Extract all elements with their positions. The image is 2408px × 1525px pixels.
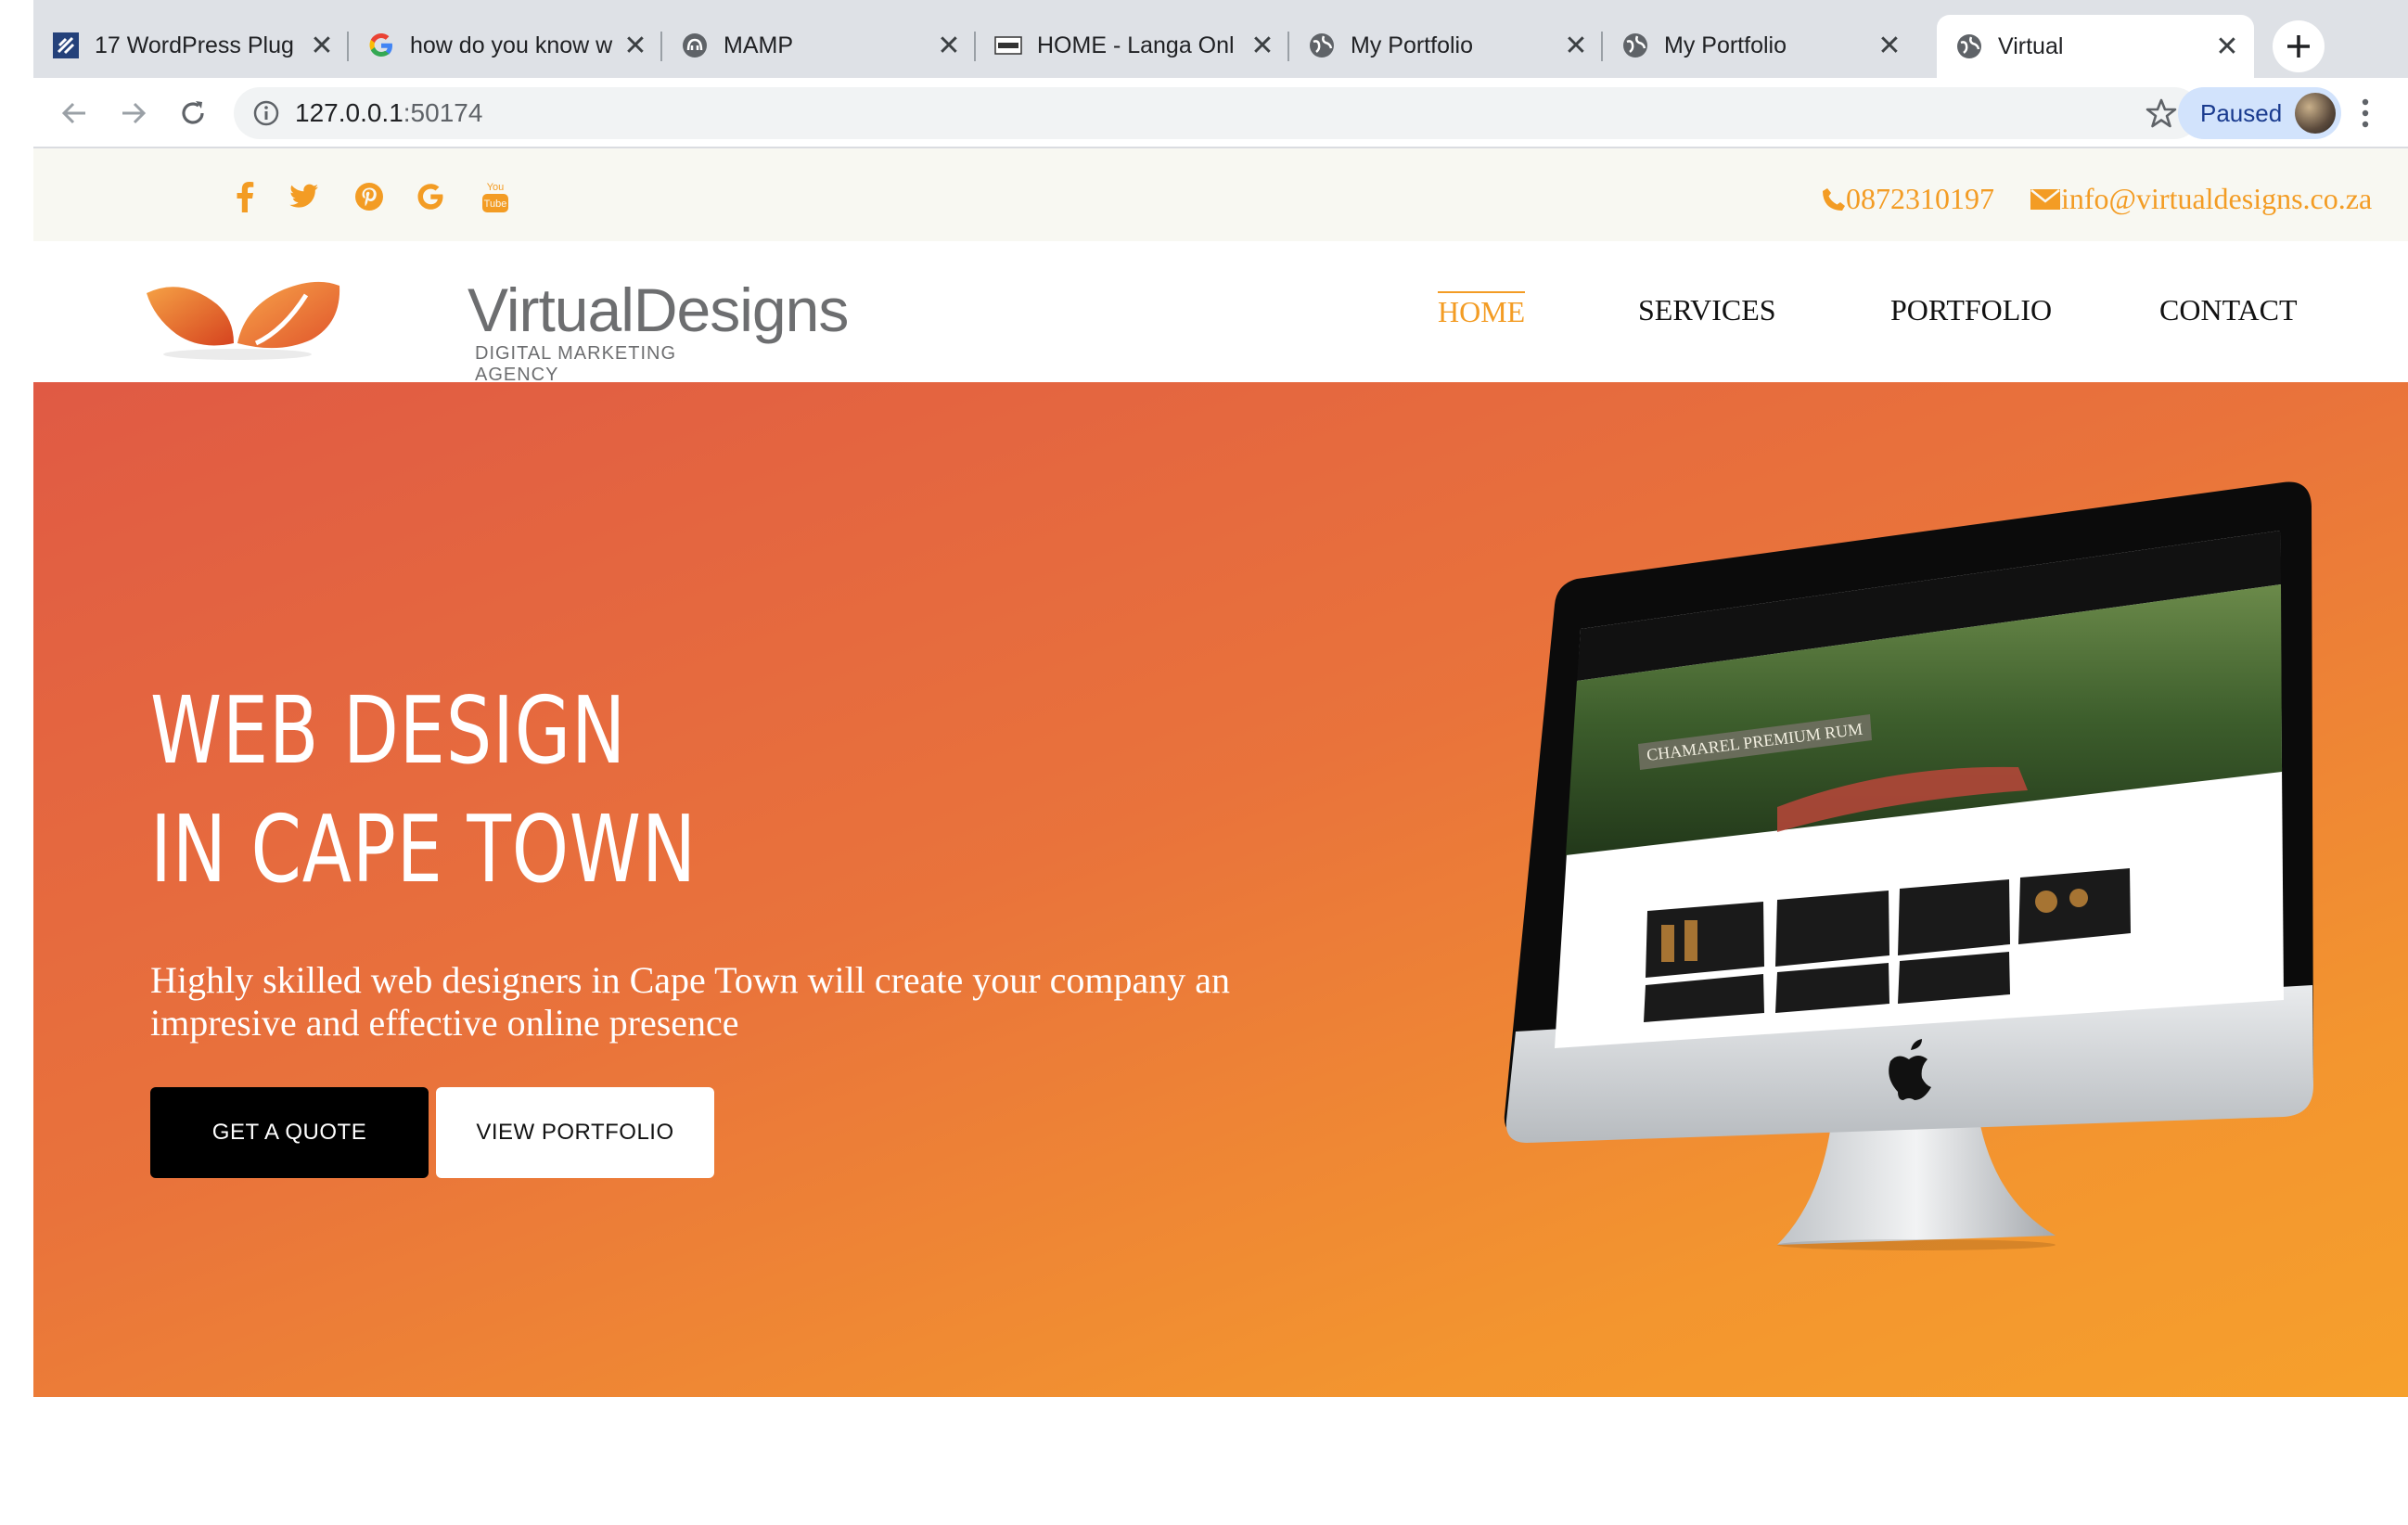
new-tab-button[interactable]: [2273, 20, 2325, 72]
close-icon[interactable]: ✕: [937, 30, 961, 62]
avatar: [2295, 93, 2336, 134]
email-address: info@virtualdesigns.co.za: [2061, 182, 2373, 215]
plus-icon: [2287, 35, 2310, 58]
imac-mockup-image: CHAMAREL PREMIUM RUM: [1504, 481, 2313, 1250]
tab-title: how do you know w: [410, 32, 613, 58]
browser-toolbar: 127.0.0.1:50174 Paused: [33, 78, 2408, 148]
url-port: :50174: [403, 98, 483, 127]
tab-title: HOME - Langa Onl: [1037, 32, 1235, 58]
nav-home[interactable]: HOME: [1438, 291, 1526, 329]
tab-title: Virtual: [1998, 32, 2064, 59]
youtube-text-bottom: Tube: [484, 199, 507, 210]
site-logo[interactable]: VirtualDesigns DIGITAL MARKETING AGENCY: [145, 258, 849, 385]
tab-title: My Portfolio: [1351, 32, 1473, 58]
browser-chrome: 17 WordPress Plug ✕ how do you know w ✕ …: [33, 0, 2408, 148]
tab-title: MAMP: [724, 32, 793, 58]
youtube-text-top: You: [487, 182, 505, 193]
arrow-right-icon: [122, 102, 147, 124]
forward-button[interactable]: [115, 95, 152, 132]
browser-tab[interactable]: HOME - Langa Onl ✕: [976, 15, 1289, 76]
wordpress-plugin-icon: [53, 32, 79, 58]
google-icon: [417, 184, 443, 210]
facebook-link[interactable]: [226, 178, 263, 215]
browser-tab[interactable]: My Portfolio ✕: [1289, 15, 1603, 76]
view-portfolio-button[interactable]: VIEW PORTFOLIO: [436, 1087, 714, 1178]
langa-icon: [994, 36, 1022, 55]
phone-icon: [1823, 187, 1845, 211]
globe-icon: [1623, 33, 1647, 58]
browser-tab[interactable]: how do you know w ✕: [349, 15, 662, 76]
phone-number: 0872310197: [1846, 182, 1994, 215]
mamp-elephant-icon: [683, 33, 707, 58]
hero-lead: Highly skilled web designers in Cape Tow…: [150, 959, 1230, 1044]
google-icon: [369, 33, 392, 57]
get-a-quote-button[interactable]: GET A QUOTE: [150, 1087, 429, 1178]
globe-icon: [1310, 33, 1334, 58]
envelope-icon: [2030, 188, 2060, 210]
close-icon[interactable]: ✕: [1564, 30, 1588, 62]
close-icon[interactable]: ✕: [2215, 31, 2239, 63]
close-icon[interactable]: ✕: [310, 30, 334, 62]
browser-tab[interactable]: My Portfolio ✕: [1603, 15, 1916, 76]
youtube-icon: You Tube: [482, 182, 508, 212]
email-contact[interactable]: info@virtualdesigns.co.za: [2030, 182, 2372, 216]
tab-strip: 17 WordPress Plug ✕ how do you know w ✕ …: [33, 0, 2408, 78]
facebook-icon: [237, 182, 254, 212]
profile-status: Paused: [2200, 98, 2283, 127]
browser-tab[interactable]: MAMP ✕: [662, 15, 976, 76]
google-link[interactable]: [412, 178, 449, 215]
twitter-icon: [289, 184, 318, 208]
brand-name: VirtualDesigns: [468, 276, 849, 344]
info-icon[interactable]: [252, 99, 280, 127]
youtube-link[interactable]: You Tube: [475, 178, 516, 215]
tab-title: My Portfolio: [1664, 32, 1787, 58]
url-text: 127.0.0.1:50174: [295, 98, 482, 128]
brand-tagline: DIGITAL MARKETING AGENCY: [475, 343, 677, 385]
nav-services[interactable]: SERVICES: [1638, 293, 1776, 327]
site-top-bar: You Tube 0872310197 info@virtualdesigns.…: [33, 148, 2408, 241]
reload-button[interactable]: [174, 95, 211, 132]
twitter-link[interactable]: [286, 178, 323, 215]
hero-section: WEB DESIGN IN CAPE TOWN Highly skilled w…: [33, 382, 2408, 1397]
site-header: VirtualDesigns DIGITAL MARKETING AGENCY …: [33, 241, 2408, 385]
browser-tab-active[interactable]: Virtual ✕: [1937, 15, 2254, 78]
browser-tab[interactable]: 17 WordPress Plug ✕: [33, 15, 349, 76]
arrow-left-icon: [61, 102, 85, 124]
close-icon[interactable]: ✕: [623, 30, 647, 62]
address-bar[interactable]: 127.0.0.1:50174: [234, 87, 2200, 139]
hero-title-line2: IN CAPE TOWN: [150, 795, 697, 903]
hero-title: WEB DESIGN IN CAPE TOWN: [150, 672, 697, 909]
nav-portfolio[interactable]: PORTFOLIO: [1890, 293, 2052, 327]
tab-title: 17 WordPress Plug: [95, 32, 294, 58]
url-host: 127.0.0.1: [295, 98, 403, 127]
bookmark-star-icon[interactable]: [2145, 96, 2178, 130]
reload-icon: [182, 101, 204, 124]
back-button[interactable]: [56, 95, 93, 132]
globe-icon: [1957, 34, 1981, 58]
profile-button[interactable]: Paused: [2178, 87, 2341, 139]
close-icon[interactable]: ✕: [1877, 30, 1902, 62]
hero-title-line1: WEB DESIGN: [150, 676, 627, 785]
more-menu-icon[interactable]: [2356, 95, 2375, 132]
pinterest-link[interactable]: [351, 178, 388, 215]
pinterest-icon: [355, 183, 383, 211]
phone-contact[interactable]: 0872310197: [1822, 182, 1994, 216]
nav-contact[interactable]: CONTACT: [2159, 293, 2298, 327]
virtual-designs-logo-mark: [147, 281, 340, 360]
close-icon[interactable]: ✕: [1250, 30, 1274, 62]
